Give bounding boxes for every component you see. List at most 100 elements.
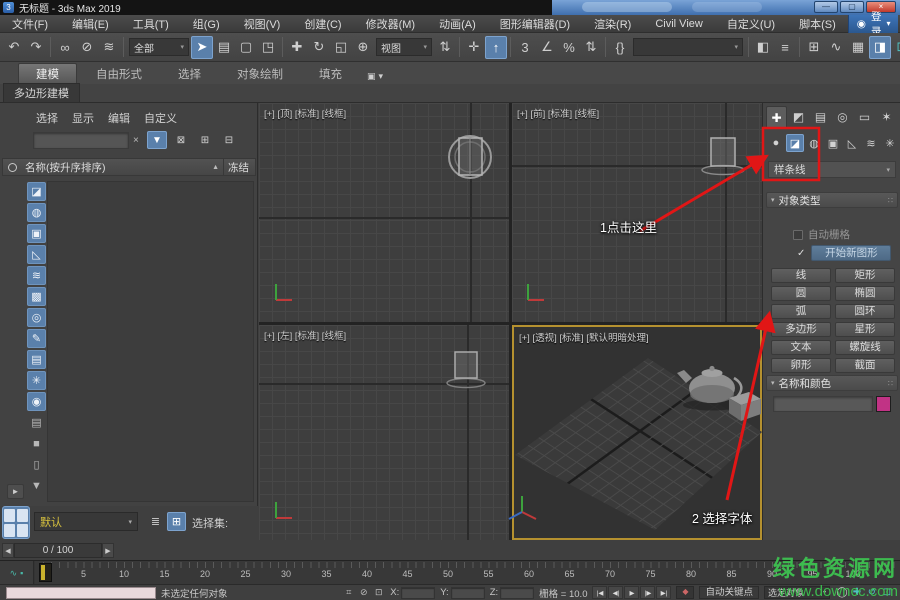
- bind-to-space-warp-icon[interactable]: ≋: [98, 36, 120, 59]
- key-filter-icon[interactable]: ▪: [20, 568, 23, 578]
- select-and-move-icon[interactable]: ✚: [286, 36, 308, 59]
- minimize-button[interactable]: —: [814, 1, 838, 13]
- object-color-swatch[interactable]: [876, 396, 891, 412]
- start-new-shape-checkbox[interactable]: ✓: [797, 248, 805, 259]
- category-systems[interactable]: ✳: [881, 134, 899, 152]
- shape-category-dropdown[interactable]: 样条线 ▾: [768, 161, 896, 178]
- tab-motion[interactable]: ◎: [832, 106, 853, 128]
- panel-collapse-button[interactable]: ►: [7, 484, 24, 499]
- start-new-shape-button[interactable]: 开始新图形: [811, 245, 891, 261]
- object-type-button-3[interactable]: 椭圆: [835, 286, 895, 301]
- curve-editor-icon[interactable]: ∿: [825, 36, 847, 59]
- explorer-menu-2[interactable]: 编辑: [108, 110, 130, 126]
- ribbon-tab-2[interactable]: 选择: [161, 64, 218, 84]
- explorer-menu-1[interactable]: 显示: [72, 110, 94, 126]
- object-type-button-2[interactable]: 圆: [771, 286, 831, 301]
- category-lights[interactable]: ◍: [805, 134, 823, 152]
- ribbon-overflow-button[interactable]: ▣▾: [361, 69, 389, 84]
- object-type-button-4[interactable]: 弧: [771, 304, 831, 319]
- autogrid-checkbox[interactable]: [793, 230, 803, 240]
- menu-item-1[interactable]: 编辑(E): [60, 16, 121, 32]
- menu-item-8[interactable]: 图形编辑器(D): [488, 16, 582, 32]
- coord-field-1[interactable]: [451, 587, 485, 599]
- viewport-layout-button[interactable]: [2, 506, 30, 539]
- selection-filter-dropdown[interactable]: 全部▾: [129, 38, 189, 56]
- isolate-selection-icon[interactable]: ⌗: [342, 586, 355, 599]
- spinner-snap-icon[interactable]: ⇅: [580, 36, 602, 59]
- scene-object-list[interactable]: [47, 181, 254, 502]
- coord-field-0[interactable]: [401, 587, 435, 599]
- collapse-all-icon[interactable]: ⊟: [219, 131, 239, 149]
- menu-item-12[interactable]: 脚本(S): [787, 16, 848, 32]
- default-set-dropdown[interactable]: 默认 ▾: [34, 512, 138, 531]
- filter-frozen-icon[interactable]: ✳: [27, 371, 46, 390]
- key-filter-dropdown[interactable]: 选定对象 ▾: [764, 586, 830, 599]
- name-color-rollout-header[interactable]: ▾ 名称和颜色 ∷: [766, 375, 898, 391]
- object-type-button-1[interactable]: 矩形: [835, 268, 895, 283]
- reference-coordinate-dropdown[interactable]: 视图▾: [376, 38, 432, 56]
- filter-lights-icon[interactable]: ◍: [27, 203, 46, 222]
- ribbon-tab-3[interactable]: 对象绘制: [220, 64, 300, 84]
- note-view-icon[interactable]: ▯: [27, 455, 46, 474]
- filter-containers-icon[interactable]: ▤: [27, 350, 46, 369]
- filter-icon[interactable]: ▼: [147, 131, 167, 149]
- maximize-viewport-icon[interactable]: ⊡: [880, 586, 894, 599]
- category-space-warps[interactable]: ≋: [862, 134, 880, 152]
- menu-item-10[interactable]: Civil View: [643, 18, 714, 30]
- lock-selection-icon[interactable]: ⊘: [357, 586, 370, 599]
- explorer-column-header[interactable]: 名称(按升序排序) ▲ 冻结: [2, 158, 256, 176]
- snap-toggle-icon[interactable]: ↑: [485, 36, 507, 59]
- viewport-front-label[interactable]: [+] [前] [标准] [线框]: [517, 106, 599, 120]
- menu-item-2[interactable]: 工具(T): [121, 16, 181, 32]
- menu-item-5[interactable]: 创建(C): [292, 16, 353, 32]
- viewport-front[interactable]: [+] [前] [标准] [线框]: [512, 103, 762, 322]
- coord-field-2[interactable]: [500, 587, 534, 599]
- mirror-icon[interactable]: ◧: [752, 36, 774, 59]
- menu-item-11[interactable]: 自定义(U): [715, 16, 787, 32]
- menu-item-4[interactable]: 视图(V): [232, 16, 293, 32]
- next-frame-arrow[interactable]: ▶: [102, 543, 114, 558]
- category-cameras[interactable]: ▣: [824, 134, 842, 152]
- unlink-selection-icon[interactable]: ⊘: [76, 36, 98, 59]
- maximize-button[interactable]: ▢: [840, 1, 864, 13]
- object-type-button-10[interactable]: 卵形: [771, 358, 831, 373]
- schematic-view-icon[interactable]: ⊡: [891, 36, 900, 59]
- select-and-scale-icon[interactable]: ◱: [330, 36, 352, 59]
- undo-icon[interactable]: ↶: [3, 36, 25, 59]
- ribbon-tab-0[interactable]: 建模: [18, 63, 77, 84]
- object-type-button-5[interactable]: 圆环: [835, 304, 895, 319]
- filter-bones-icon[interactable]: ◎: [27, 308, 46, 327]
- auto-key-button[interactable]: 自动关键点: [699, 586, 759, 599]
- filter-objects-icon[interactable]: ✎: [27, 329, 46, 348]
- window-crossing-icon[interactable]: ◳: [257, 36, 279, 59]
- object-type-rollout-header[interactable]: ▾ 对象类型 ∷: [766, 192, 898, 208]
- lock-icon[interactable]: ⊠: [171, 131, 191, 149]
- polygon-modeling-panel[interactable]: 多边形建模: [3, 83, 80, 103]
- tab-utilities[interactable]: ✶: [876, 106, 897, 128]
- filter-helpers-icon[interactable]: ◺: [27, 245, 46, 264]
- set-key-button[interactable]: ◆: [676, 586, 694, 599]
- object-type-button-8[interactable]: 文本: [771, 340, 831, 355]
- explorer-menu-3[interactable]: 自定义: [144, 110, 177, 126]
- pan-icon[interactable]: ✚: [850, 586, 864, 599]
- orbit-icon[interactable]: ↺: [865, 586, 879, 599]
- tab-hierarchy[interactable]: ▤: [810, 106, 831, 128]
- funnel-icon[interactable]: ▼: [27, 476, 46, 495]
- rectangular-selection-icon[interactable]: ▢: [235, 36, 257, 59]
- layer-explorer-icon[interactable]: ▦: [847, 36, 869, 59]
- clear-search-icon[interactable]: ×: [133, 135, 143, 146]
- menu-item-0[interactable]: 文件(F): [0, 16, 60, 32]
- app-icon[interactable]: 3: [3, 2, 14, 13]
- go-to-end-icon[interactable]: ▶|: [656, 586, 671, 599]
- edit-named-selection-sets-icon[interactable]: {}: [609, 36, 631, 59]
- time-slider[interactable]: [39, 563, 52, 582]
- select-and-rotate-icon[interactable]: ↻: [308, 36, 330, 59]
- name-column-header[interactable]: 名称(按升序排序): [25, 160, 106, 175]
- select-and-manipulate-icon[interactable]: ✛: [463, 36, 485, 59]
- select-and-place-icon[interactable]: ⊕: [352, 36, 374, 59]
- solid-view-icon[interactable]: ■: [27, 434, 46, 453]
- redo-icon[interactable]: ↷: [25, 36, 47, 59]
- curves-toggle-icon[interactable]: ∿: [10, 568, 18, 579]
- category-geometry[interactable]: ●: [767, 134, 785, 152]
- scene-explorer-icon[interactable]: ⊞: [803, 36, 825, 59]
